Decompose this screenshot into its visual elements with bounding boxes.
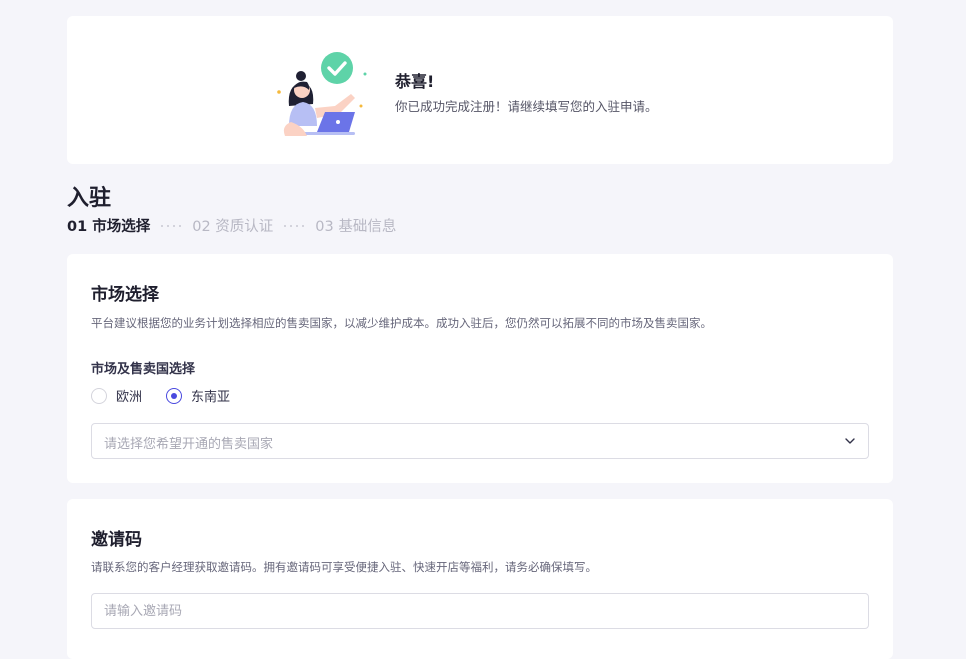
step-separator (284, 224, 305, 227)
radio-label-europe: 欧洲 (116, 390, 143, 405)
radio-option-europe[interactable]: 欧洲 (91, 386, 142, 405)
step-qualification: 02 资质认证 (192, 219, 274, 235)
invite-code-card: 邀请码 请联系您的客户经理获取邀请码。拥有邀请码可享受便捷入驻、快速开店等福利，… (67, 499, 893, 659)
radio-option-southeast-asia[interactable]: 东南亚 (166, 386, 230, 405)
radio-checked-icon[interactable] (166, 387, 183, 404)
success-banner: 恭喜! 你已成功完成注册！请继续填写您的入驻申请。 (67, 16, 893, 164)
country-select[interactable]: 请选择您希望开通的售卖国家 (91, 423, 869, 459)
invite-card-description: 请联系您的客户经理获取邀请码。拥有邀请码可享受便捷入驻、快速开店等福利，请务必确… (91, 560, 597, 574)
banner-title: 恭喜! (395, 72, 435, 91)
invite-card-title: 邀请码 (91, 530, 142, 550)
step-market-selection: 01 市场选择 (67, 219, 151, 235)
stepper: 01 市场选择 02 资质认证 03 基础信息 (67, 215, 396, 236)
radio-unchecked-icon[interactable] (91, 387, 107, 404)
success-illustration-icon (277, 52, 367, 136)
market-selection-card: 市场选择 平台建议根据您的业务计划选择相应的售卖国家，以减少维护成本。成功入驻后… (67, 254, 893, 483)
page-title: 入驻 (67, 186, 112, 211)
market-field-label: 市场及售卖国选择 (91, 362, 196, 377)
chevron-down-icon[interactable] (844, 435, 856, 447)
invite-code-input[interactable] (91, 593, 869, 629)
country-select-placeholder: 请选择您希望开通的售卖国家 (104, 437, 274, 452)
market-card-description: 平台建议根据您的业务计划选择相应的售卖国家，以减少维护成本。成功入驻后，您仍然可… (91, 316, 712, 330)
market-radio-group: 欧洲 东南亚 (91, 386, 254, 405)
step-basic-info: 03 基础信息 (315, 219, 397, 235)
radio-label-southeast-asia: 东南亚 (191, 390, 231, 405)
market-card-title: 市场选择 (91, 285, 159, 305)
banner-description: 你已成功完成注册！请继续填写您的入驻申请。 (395, 99, 658, 114)
step-separator (161, 224, 182, 227)
